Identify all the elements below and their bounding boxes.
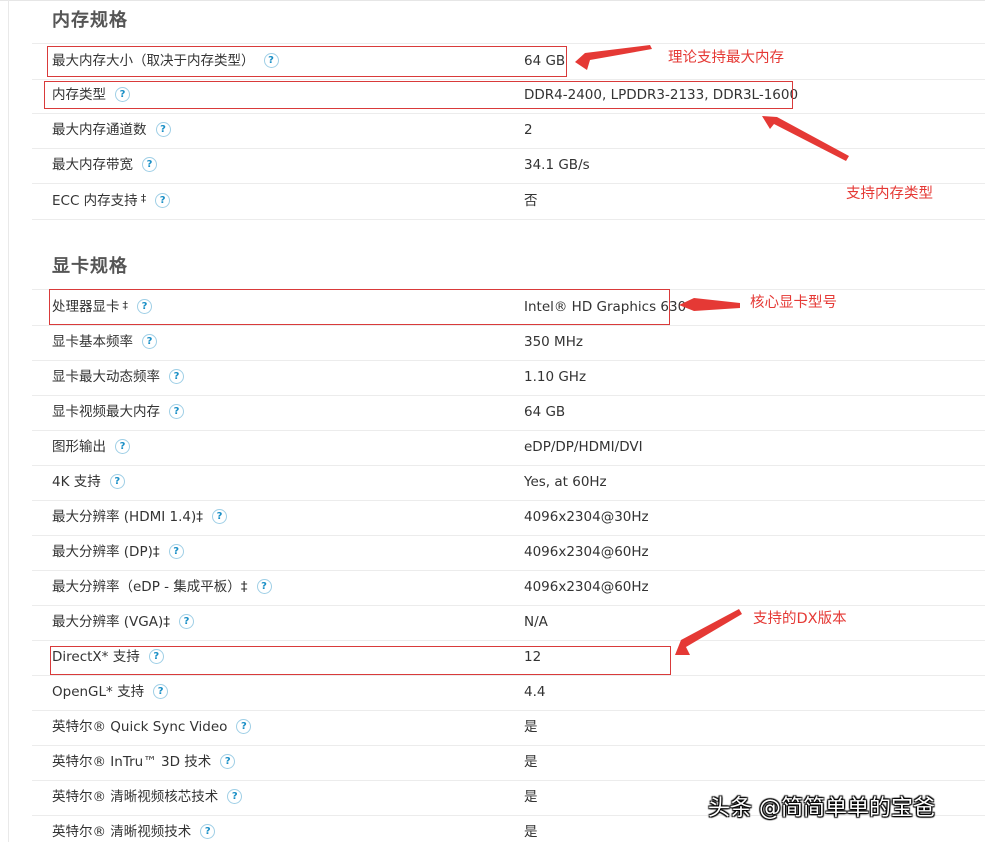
spec-label-text: 最大分辨率 (HDMI 1.4)‡ <box>52 509 204 525</box>
spec-label: 最大内存通道数? <box>52 113 171 148</box>
help-circle-icon[interactable]: ? <box>155 192 171 208</box>
help-circle-icon[interactable]: ? <box>142 156 157 172</box>
spec-label-text: 英特尔® 清晰视频核芯技术 <box>52 789 219 805</box>
footnote-marker: ‡ <box>140 192 147 205</box>
spec-label: 最大分辨率 (VGA)‡? <box>52 605 195 640</box>
spec-label-text: 最大分辨率 (DP)‡ <box>52 544 160 560</box>
memory-section-title: 内存规格 <box>52 10 128 31</box>
spec-label-text: 显卡视频最大内存 <box>52 404 160 420</box>
spec-row-max-res-hdmi: 最大分辨率 (HDMI 1.4)‡? 4096x2304@30Hz <box>32 500 985 536</box>
spec-label: 显卡基本频率? <box>52 325 157 360</box>
spec-row-graphics-base-freq: 显卡基本频率? 350 MHz <box>32 325 985 361</box>
spec-label-text: 显卡最大动态频率 <box>52 369 160 385</box>
spec-label: 最大分辨率 (DP)‡? <box>52 535 184 570</box>
left-border <box>8 0 9 842</box>
spec-row-4k-support: 4K 支持? Yes, at 60Hz <box>32 465 985 501</box>
help-circle-icon[interactable]: ? <box>155 121 171 137</box>
spec-label-text: 英特尔® InTru™ 3D 技术 <box>52 754 212 770</box>
spec-label: ECC 内存支持 ‡? <box>52 183 171 219</box>
spec-value: 34.1 GB/s <box>524 157 590 173</box>
watermark: 头条 @简简单单的宝爸 <box>708 796 935 821</box>
spec-value: 是 <box>524 789 538 805</box>
spec-label: 显卡视频最大内存? <box>52 395 184 430</box>
spec-value: 2 <box>524 122 533 138</box>
help-circle-icon[interactable]: ? <box>142 333 157 349</box>
spec-row-graphics-max-freq: 显卡最大动态频率? 1.10 GHz <box>32 360 985 396</box>
highlight-box-processor-graphics <box>49 289 670 325</box>
spec-label-text: 最大内存带宽 <box>52 157 133 173</box>
spec-label: 最大分辨率（eDP - 集成平板）‡? <box>52 570 272 605</box>
spec-value: 64 GB <box>524 404 566 420</box>
spec-label: 英特尔® InTru™ 3D 技术? <box>52 745 236 780</box>
help-circle-icon[interactable]: ? <box>179 613 195 629</box>
help-circle-icon[interactable]: ? <box>168 543 184 559</box>
highlight-box-memory-type <box>44 81 793 109</box>
annotation-max-memory: 理论支持最大内存 <box>668 50 784 66</box>
spec-value: 是 <box>524 824 538 840</box>
spec-label: 4K 支持? <box>52 465 125 500</box>
spec-label-text: 图形输出 <box>52 439 106 455</box>
annotation-gpu-model: 核心显卡型号 <box>750 295 837 311</box>
spec-value: 4096x2304@30Hz <box>524 509 649 525</box>
spec-label-text: 显卡基本频率 <box>52 334 133 350</box>
spec-label-text: 英特尔® 清晰视频技术 <box>52 824 192 840</box>
help-circle-icon[interactable]: ? <box>212 508 228 524</box>
spec-label-text: ECC 内存支持 <box>52 193 138 209</box>
spec-value: 是 <box>524 719 538 735</box>
spec-value: Yes, at 60Hz <box>524 474 607 490</box>
spec-label: 英特尔® 清晰视频核芯技术? <box>52 780 243 815</box>
help-circle-icon[interactable]: ? <box>227 788 243 804</box>
spec-value: 1.10 GHz <box>524 369 587 385</box>
spec-label: 英特尔® 清晰视频技术? <box>52 815 216 850</box>
spec-row-max-res-dp: 最大分辨率 (DP)‡? 4096x2304@60Hz <box>32 535 985 571</box>
help-circle-icon[interactable]: ? <box>109 473 125 489</box>
spec-value: N/A <box>524 614 548 630</box>
spec-row-graphics-video-memory: 显卡视频最大内存? 64 GB <box>32 395 985 431</box>
annotation-dx-version: 支持的DX版本 <box>753 611 847 627</box>
spec-label: OpenGL* 支持? <box>52 675 169 710</box>
spec-label: 最大分辨率 (HDMI 1.4)‡? <box>52 500 228 535</box>
spec-value: 4.4 <box>524 684 546 700</box>
help-circle-icon[interactable]: ? <box>169 403 184 419</box>
spec-value: 否 <box>524 193 538 209</box>
spec-label: 英特尔® Quick Sync Video? <box>52 710 252 745</box>
help-circle-icon[interactable]: ? <box>153 683 169 699</box>
spec-row-memory-channels: 最大内存通道数? 2 <box>32 113 985 149</box>
spec-value: 4096x2304@60Hz <box>524 579 649 595</box>
highlight-box-max-memory <box>47 46 567 77</box>
spec-label: 显卡最大动态频率? <box>52 360 184 395</box>
spec-row-memory-bandwidth: 最大内存带宽? 34.1 GB/s <box>32 148 985 184</box>
spec-label-text: 最大内存通道数 <box>52 122 147 138</box>
help-circle-icon[interactable]: ? <box>236 718 252 734</box>
help-circle-icon[interactable]: ? <box>220 753 236 769</box>
spec-label-text: 最大分辨率 (VGA)‡ <box>52 614 171 630</box>
spec-label-text: 4K 支持 <box>52 474 101 490</box>
help-circle-icon[interactable]: ? <box>200 823 216 839</box>
spec-label-text: 最大分辨率（eDP - 集成平板）‡ <box>52 579 248 595</box>
spec-label-text: 英特尔® Quick Sync Video <box>52 719 228 735</box>
graphics-section-title: 显卡规格 <box>52 256 128 277</box>
spec-value: 350 MHz <box>524 334 583 350</box>
spec-row-quick-sync: 英特尔® Quick Sync Video? 是 <box>32 710 985 746</box>
annotation-memory-type: 支持内存类型 <box>846 186 933 202</box>
spec-row-graphics-output: 图形输出? eDP/DP/HDMI/DVI <box>32 430 985 466</box>
spec-value: 4096x2304@60Hz <box>524 544 649 560</box>
spec-value: 是 <box>524 754 538 770</box>
spec-row-intru-3d: 英特尔® InTru™ 3D 技术? 是 <box>32 745 985 781</box>
spec-row-max-res-edp: 最大分辨率（eDP - 集成平板）‡? 4096x2304@60Hz <box>32 570 985 606</box>
spec-label: 图形输出? <box>52 430 130 465</box>
spec-row-opengl: OpenGL* 支持? 4.4 <box>32 675 985 711</box>
help-circle-icon[interactable]: ? <box>256 578 272 594</box>
spec-label-text: OpenGL* 支持 <box>52 684 145 700</box>
spec-label: 最大内存带宽? <box>52 148 157 183</box>
help-circle-icon[interactable]: ? <box>115 438 130 454</box>
spec-value: eDP/DP/HDMI/DVI <box>524 439 643 455</box>
help-circle-icon[interactable]: ? <box>169 368 184 384</box>
highlight-box-directx <box>50 646 671 675</box>
top-border <box>0 0 985 1</box>
spec-row-ecc: ECC 内存支持 ‡? 否 <box>32 183 985 220</box>
